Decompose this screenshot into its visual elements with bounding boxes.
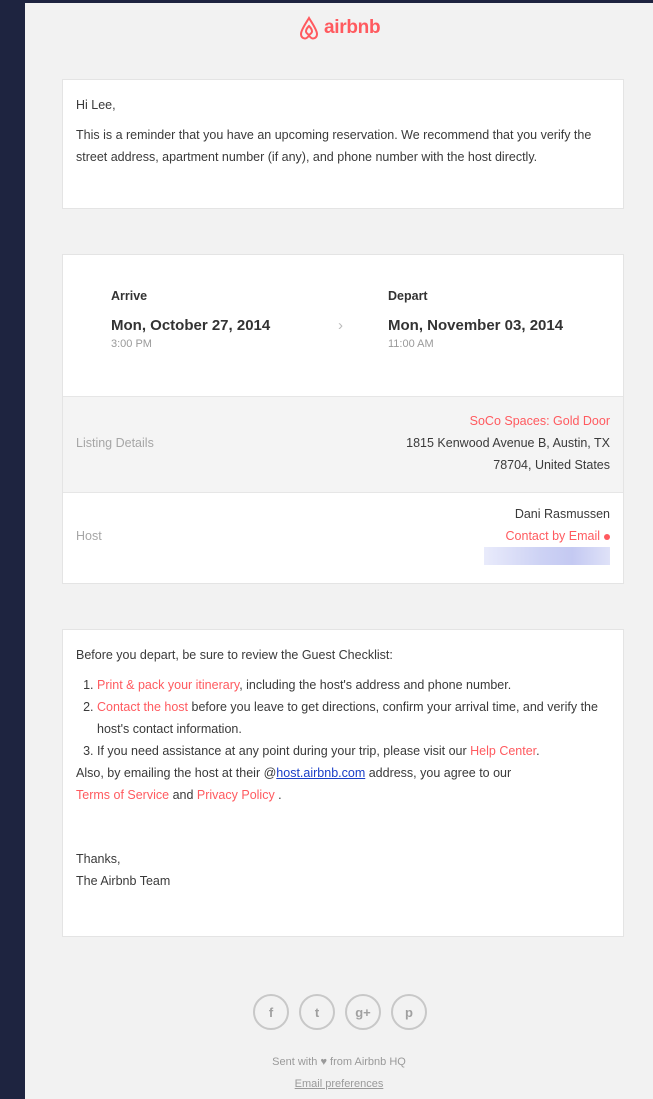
depart-time: 11:00 AM bbox=[388, 338, 434, 350]
status-dot-icon bbox=[604, 533, 610, 540]
thanks-text: Thanks, bbox=[76, 852, 121, 866]
host-name: Dani Rasmussen bbox=[514, 507, 610, 521]
print-itinerary-link[interactable]: Print & pack your itinerary bbox=[97, 678, 239, 692]
email-page: airbnb Hi Lee, This is a reminder that y… bbox=[25, 0, 653, 1099]
google-plus-icon[interactable]: g+ bbox=[345, 994, 381, 1030]
pinterest-glyph: p bbox=[405, 1004, 413, 1020]
dates-section: Arrive Mon, October 27, 2014 3:00 PM › D… bbox=[63, 255, 623, 396]
arrive-time: 3:00 PM bbox=[111, 338, 152, 350]
google-plus-glyph: g+ bbox=[355, 1004, 371, 1020]
contact-host-link[interactable]: Contact the host bbox=[97, 700, 188, 714]
arrive-date: Mon, October 27, 2014 bbox=[111, 317, 271, 334]
twitter-glyph: t bbox=[314, 1004, 320, 1020]
depart-date: Mon, November 03, 2014 bbox=[388, 317, 564, 334]
signature: The Airbnb Team bbox=[76, 874, 171, 888]
redacted-email bbox=[484, 547, 610, 565]
host-row: Host Dani Rasmussen Contact by Email bbox=[63, 493, 623, 585]
listing-name-link[interactable]: SoCo Spaces: Gold Door bbox=[406, 410, 610, 432]
contact-by-email-label: Contact by Email bbox=[505, 529, 600, 543]
checklist-item: If you need assistance at any point duri… bbox=[97, 740, 610, 762]
terms-text: and bbox=[169, 788, 197, 802]
checklist-item-end: . bbox=[536, 744, 540, 758]
arrive-label: Arrive bbox=[111, 289, 148, 303]
listing-address-line2: 78704, United States bbox=[493, 458, 610, 472]
reservation-card: Arrive Mon, October 27, 2014 3:00 PM › D… bbox=[62, 254, 624, 584]
checklist-item: Print & pack your itinerary, including t… bbox=[97, 674, 610, 696]
twitter-icon[interactable]: t bbox=[299, 994, 335, 1030]
arrive-block: Arrive Mon, October 27, 2014 3:00 PM bbox=[111, 289, 270, 350]
listing-info: SoCo Spaces: Gold Door 1815 Kenwood Aven… bbox=[406, 410, 610, 476]
listing-details-label: Listing Details bbox=[76, 436, 154, 450]
host-label: Host bbox=[76, 529, 102, 543]
listing-address-line1: 1815 Kenwood Avenue B, Austin, TX bbox=[406, 436, 610, 450]
greeting: Hi Lee, bbox=[76, 98, 116, 112]
checklist-intro: Before you depart, be sure to review the… bbox=[76, 648, 393, 662]
airbnb-belo-icon bbox=[299, 16, 319, 40]
checklist-item-text: If you need assistance at any point duri… bbox=[97, 744, 471, 758]
checklist-item-text: , including the host's address and phone… bbox=[239, 678, 512, 692]
pinterest-icon[interactable]: p bbox=[391, 994, 427, 1030]
depart-block: Depart Mon, November 03, 2014 11:00 AM bbox=[388, 289, 563, 350]
sent-with-love: Sent with ♥ from Airbnb HQ bbox=[272, 1056, 406, 1068]
checklist-list: Print & pack your itinerary, including t… bbox=[76, 674, 610, 762]
social-links: f t g+ p bbox=[253, 994, 427, 1030]
checklist-item: Contact the host before you leave to get… bbox=[97, 696, 610, 740]
chevron-right-icon: › bbox=[338, 317, 343, 334]
facebook-glyph: f bbox=[268, 1004, 274, 1020]
logo-text: airbnb bbox=[324, 17, 381, 38]
terms-of-service-link[interactable]: Terms of Service bbox=[76, 788, 169, 802]
intro-card: Hi Lee, This is a reminder that you have… bbox=[62, 79, 624, 209]
help-center-link[interactable]: Help Center bbox=[470, 744, 536, 758]
airbnb-logo[interactable]: airbnb bbox=[298, 16, 381, 40]
privacy-policy-link[interactable]: Privacy Policy bbox=[197, 788, 275, 802]
host-email-domain-link[interactable]: host.airbnb.com bbox=[276, 766, 365, 780]
facebook-icon[interactable]: f bbox=[253, 994, 289, 1030]
terms-text: . bbox=[274, 788, 282, 802]
depart-label: Depart bbox=[388, 289, 428, 303]
terms-text: address, you agree to our bbox=[365, 766, 512, 780]
top-border bbox=[25, 0, 653, 3]
terms-text: Also, by emailing the host at their @ bbox=[76, 766, 277, 780]
checklist-card: Before you depart, be sure to review the… bbox=[62, 629, 624, 937]
reminder-message: This is a reminder that you have an upco… bbox=[76, 128, 592, 164]
terms-paragraph: Also, by emailing the host at their @hos… bbox=[76, 762, 610, 806]
host-info: Dani Rasmussen Contact by Email bbox=[484, 503, 610, 565]
listing-details-row: Listing Details SoCo Spaces: Gold Door 1… bbox=[63, 396, 623, 493]
contact-by-email-link[interactable]: Contact by Email bbox=[484, 525, 610, 547]
email-preferences-link[interactable]: Email preferences bbox=[25, 1078, 653, 1090]
